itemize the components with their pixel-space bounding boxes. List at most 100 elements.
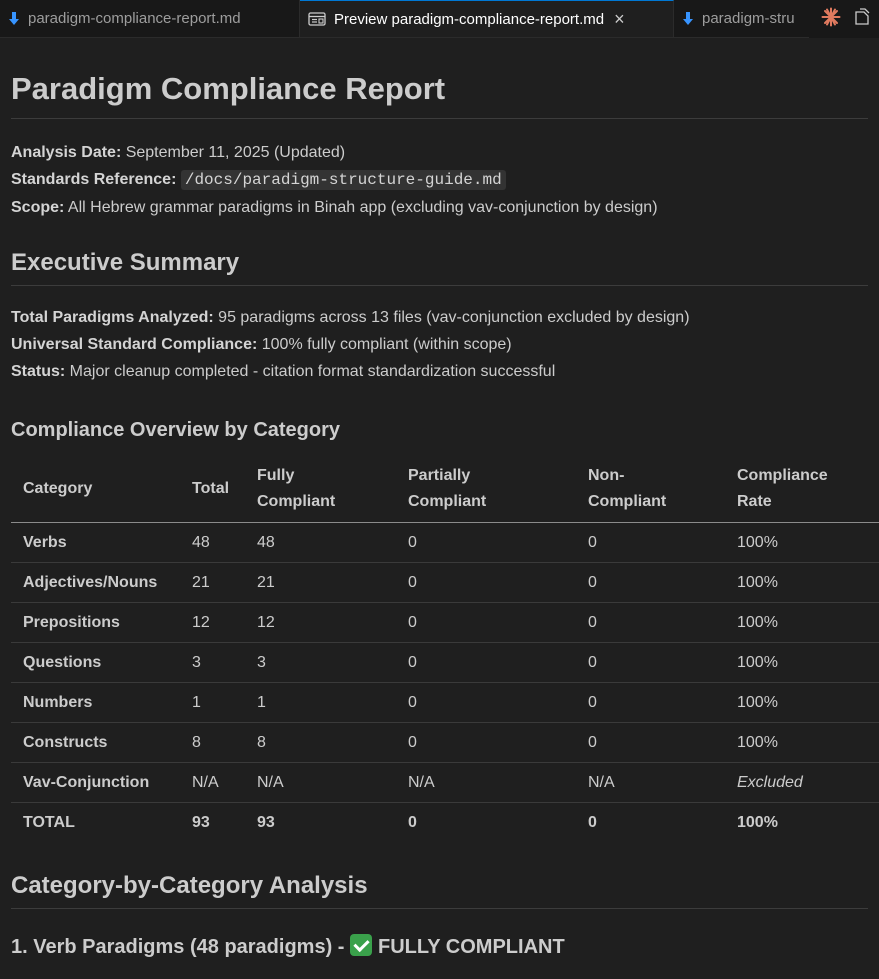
- table-cell: N/A: [396, 762, 576, 803]
- total-analyzed-label: Total Paradigms Analyzed:: [11, 309, 214, 326]
- table-row: Verbs 48 48 0 0 100%: [11, 522, 879, 563]
- table-row: Numbers 1 1 0 0 100%: [11, 682, 879, 723]
- column-header-text: Compliant: [588, 492, 667, 510]
- table-cell: Constructs: [11, 722, 180, 763]
- table-total-row: TOTAL 93 93 0 0 100%: [11, 803, 879, 843]
- table-row: Vav-Conjunction N/A N/A N/A N/A Excluded: [11, 762, 879, 803]
- editor-tab-bar: paradigm-compliance-report.md Preview pa…: [0, 0, 879, 38]
- table-cell: 3: [180, 642, 245, 683]
- table-cell: N/A: [245, 762, 396, 803]
- close-tab-icon[interactable]: ×: [614, 9, 625, 30]
- column-header-text: Partially: [408, 466, 471, 484]
- table-cell: 21: [180, 562, 245, 603]
- scope-line: Scope: All Hebrew grammar paradigms in B…: [11, 194, 868, 221]
- table-cell: 0: [576, 562, 725, 603]
- table-cell: Questions: [11, 642, 180, 683]
- table-cell: 0: [576, 642, 725, 683]
- table-cell: 100%: [725, 682, 879, 723]
- table-cell: 0: [396, 722, 576, 763]
- table-cell: 3: [245, 642, 396, 683]
- status-line: Status: Major cleanup completed - citati…: [11, 358, 868, 385]
- table-cell: 0: [588, 813, 597, 831]
- table-cell: Excluded: [725, 762, 879, 803]
- table-cell: 21: [245, 562, 396, 603]
- table-cell: 0: [396, 642, 576, 683]
- table-cell: 100%: [725, 522, 879, 563]
- table-cell: 0: [396, 562, 576, 603]
- column-header: Partially Compliant: [396, 455, 576, 523]
- claude-icon[interactable]: [821, 7, 841, 32]
- column-header-text: Non-: [588, 466, 625, 484]
- category-analysis-heading: Category-by-Category Analysis: [11, 872, 868, 909]
- executive-summary: Total Paradigms Analyzed: 95 paradigms a…: [11, 304, 868, 385]
- compliance-table: Category Total Fully Compliant Partially C…: [11, 455, 879, 842]
- table-cell: 1: [245, 682, 396, 723]
- table-cell: N/A: [576, 762, 725, 803]
- scope-value: All Hebrew grammar paradigms in Binah ap…: [64, 199, 658, 216]
- compliance-value: 100% fully compliant (within scope): [257, 336, 512, 353]
- total-analyzed-value: 95 paradigms across 13 files (vav-conjun…: [213, 309, 690, 326]
- table-cell: 0: [396, 522, 576, 563]
- compliance-status: FULLY COMPLIANT: [378, 936, 565, 958]
- verb-paradigms-title: 1. Verb Paradigms (48 paradigms) -: [11, 936, 351, 958]
- column-header: Total: [180, 455, 245, 523]
- table-cell: Verbs: [11, 522, 180, 563]
- status-label: Status:: [11, 363, 66, 380]
- analysis-date-line: Analysis Date: September 11, 2025 (Updat…: [11, 139, 868, 166]
- analysis-date-label: Analysis Date:: [11, 144, 122, 161]
- table-cell: 12: [245, 602, 396, 643]
- tab-report-source[interactable]: paradigm-compliance-report.md: [0, 0, 300, 37]
- preview-icon: [308, 12, 326, 26]
- table-cell: N/A: [180, 762, 245, 803]
- table-row: Constructs 8 8 0 0 100%: [11, 722, 879, 763]
- column-header-text: Compliance: [737, 466, 828, 484]
- table-cell: 12: [180, 602, 245, 643]
- report-metadata: Analysis Date: September 11, 2025 (Updat…: [11, 139, 868, 221]
- open-source-icon[interactable]: [853, 7, 871, 31]
- table-cell: TOTAL: [23, 813, 75, 831]
- verb-paradigms-heading: 1. Verb Paradigms (48 paradigms) - FULLY…: [11, 934, 868, 960]
- tab-label: Preview paradigm-compliance-report.md: [334, 10, 605, 28]
- column-header-text: Fully: [257, 466, 295, 484]
- table-cell: Prepositions: [11, 602, 180, 643]
- table-cell: 1: [180, 682, 245, 723]
- total-analyzed-line: Total Paradigms Analyzed: 95 paradigms a…: [11, 304, 868, 331]
- editor-actions: [809, 0, 879, 38]
- table-cell: 0: [576, 602, 725, 643]
- tab-label: paradigm-stru: [702, 10, 795, 27]
- column-header: Category: [11, 455, 180, 523]
- status-value: Major cleanup completed - citation forma…: [65, 363, 556, 380]
- table-cell: Numbers: [11, 682, 180, 723]
- table-cell: 48: [180, 522, 245, 563]
- table-cell: 8: [180, 722, 245, 763]
- column-header-text: Category: [23, 479, 93, 497]
- table-cell: Adjectives/Nouns: [11, 562, 180, 603]
- table-cell: 100%: [737, 813, 778, 831]
- standards-line: Standards Reference: /docs/paradigm-stru…: [11, 166, 868, 194]
- table-cell: 0: [576, 722, 725, 763]
- analysis-date-value: September 11, 2025 (Updated): [121, 144, 346, 161]
- table-row: Adjectives/Nouns 21 21 0 0 100%: [11, 562, 879, 603]
- table-cell: 93: [192, 813, 210, 831]
- tab-report-preview[interactable]: Preview paradigm-compliance-report.md ×: [300, 0, 674, 37]
- standards-path: /docs/paradigm-structure-guide.md: [180, 170, 506, 190]
- table-cell: 100%: [725, 722, 879, 763]
- table-cell: 0: [576, 682, 725, 723]
- table-cell: 0: [396, 602, 576, 643]
- table-cell: 0: [408, 813, 417, 831]
- compliance-line: Universal Standard Compliance: 100% full…: [11, 331, 868, 358]
- table-cell: 48: [245, 522, 396, 563]
- table-cell: 100%: [725, 602, 879, 643]
- column-header-text: Compliant: [408, 492, 487, 510]
- download-arrow-icon: [8, 11, 20, 26]
- download-arrow-icon: [682, 11, 694, 26]
- table-row: Questions 3 3 0 0 100%: [11, 642, 879, 683]
- column-header: Compliance Rate: [725, 455, 879, 523]
- executive-summary-heading: Executive Summary: [11, 249, 868, 286]
- compliance-label: Universal Standard Compliance:: [11, 336, 258, 353]
- green-checkmark-icon: [350, 934, 373, 956]
- tab-label: paradigm-compliance-report.md: [28, 10, 241, 27]
- table-cell: 0: [576, 522, 725, 563]
- column-header-text: Rate: [737, 492, 772, 510]
- column-header: Non- Compliant: [576, 455, 725, 523]
